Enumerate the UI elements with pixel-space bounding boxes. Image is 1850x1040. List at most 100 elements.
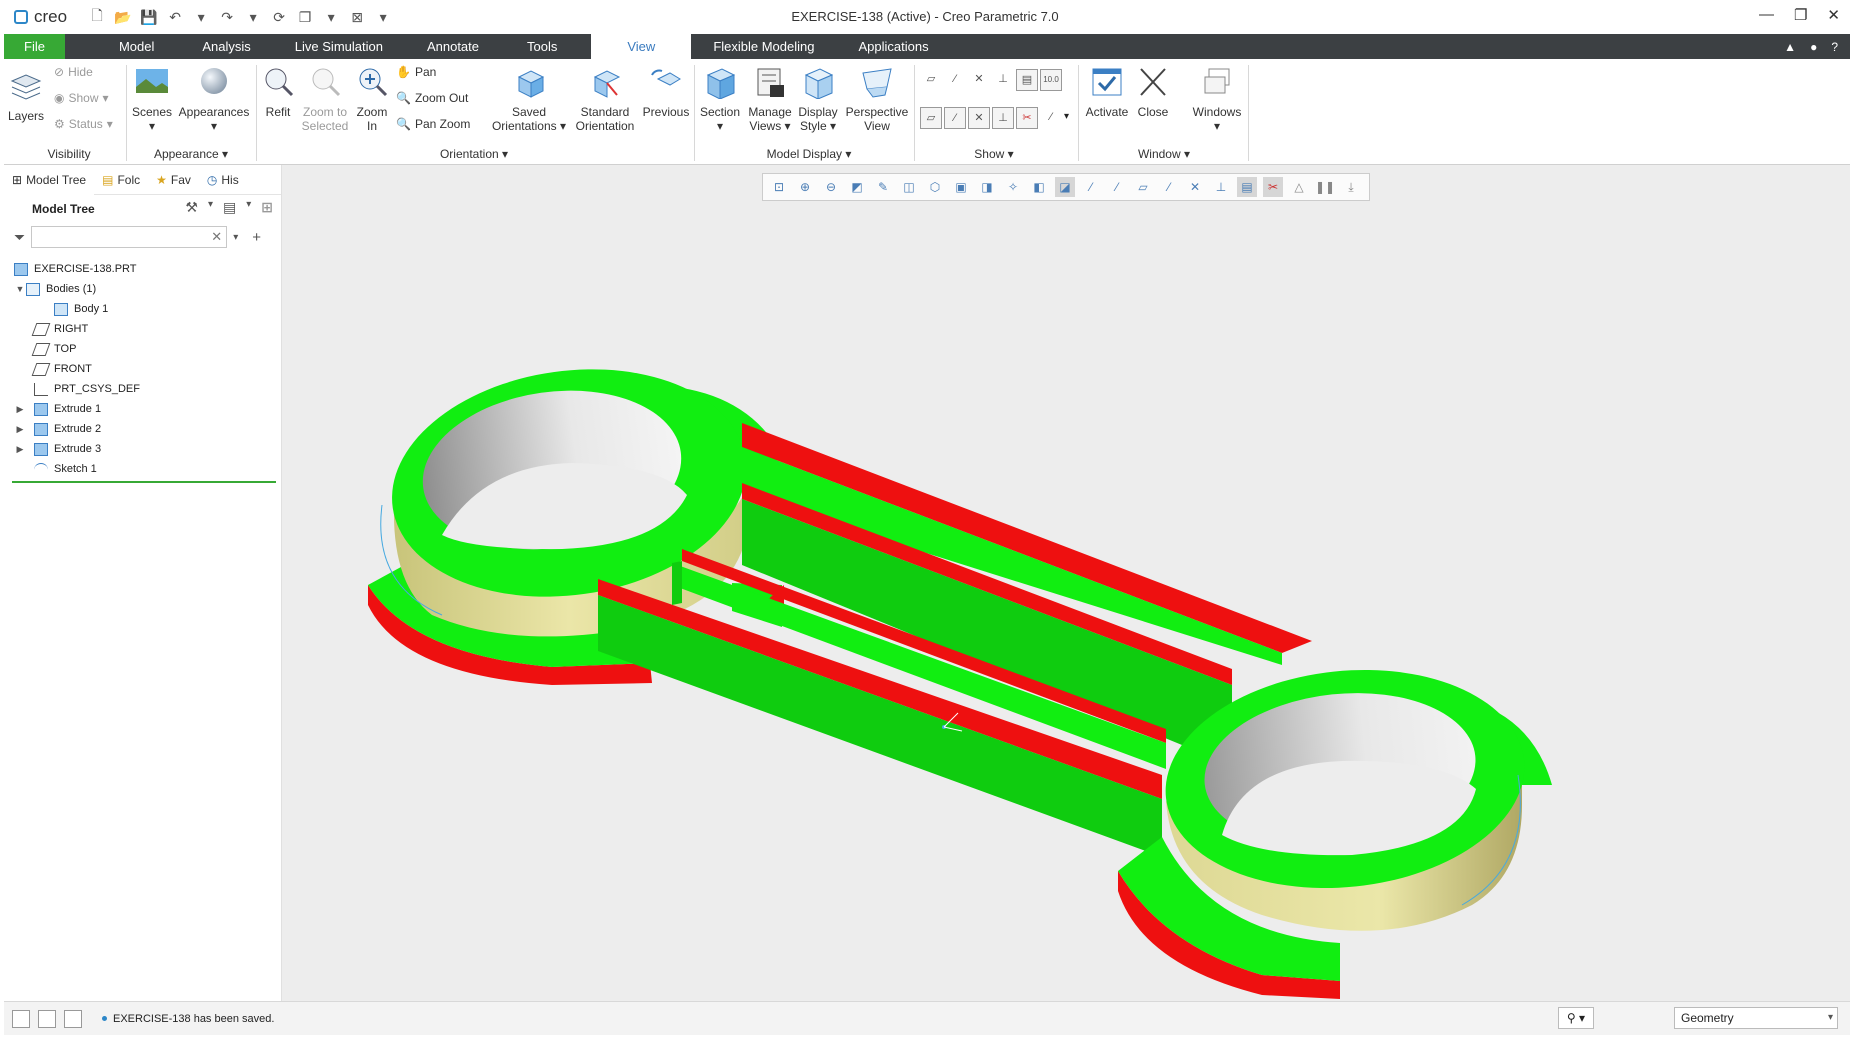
maximize-icon[interactable]: ❐ xyxy=(1794,6,1807,24)
tab-file[interactable]: File xyxy=(4,34,65,59)
zoom-in-label-2: In xyxy=(366,119,377,133)
browser-toggle-icon[interactable] xyxy=(38,1009,56,1028)
show-more-dropdown-icon[interactable]: ▾ xyxy=(1064,111,1069,122)
tree-search-input[interactable]: ✕ xyxy=(31,226,228,248)
tree-columns-icon[interactable]: ⊞ xyxy=(261,199,273,216)
close-window-icon[interactable]: ⊠ xyxy=(347,9,367,26)
tree-settings-dropdown-icon[interactable]: ▾ xyxy=(208,199,213,216)
axis-tag-toggle[interactable]: ⁄ xyxy=(944,107,966,129)
tree-node-extrude[interactable]: ▶ Extrude 2 xyxy=(4,419,281,439)
graphics-window[interactable]: ⊡ ⊕ ⊖ ◩ ✎ ◫ ⬡ ▣ ◨ ✧ ◧ ◪ ⁄ ⁄ ▱ ⁄ ✕ ⊥ ▤ ✂ … xyxy=(282,165,1850,1001)
saved-orientations-button[interactable]: Saved Orientations ▾ xyxy=(490,65,568,133)
plane-display-toggle[interactable]: ▱ xyxy=(920,69,942,91)
tab-view[interactable]: View xyxy=(591,34,692,59)
undo-dropdown-icon[interactable]: ▾ xyxy=(191,9,211,26)
csys-display-toggle[interactable]: ⊥ xyxy=(992,69,1014,91)
tree-node-extrude[interactable]: ▶ Extrude 1 xyxy=(4,399,281,419)
tree-node-part[interactable]: EXERCISE-138.PRT xyxy=(4,259,281,279)
help-icon[interactable]: ? xyxy=(1831,40,1838,54)
hide-button[interactable]: ⊘ Hide xyxy=(54,65,93,79)
notification-icon[interactable]: ● xyxy=(1810,40,1817,54)
close-button[interactable]: Close xyxy=(1134,65,1172,119)
show-button[interactable]: ◉ Show ▾ xyxy=(54,91,109,105)
find-button[interactable]: ⚲ ▾ xyxy=(1558,1007,1594,1029)
standard-orientation-button[interactable]: Standard Orientation xyxy=(570,65,640,133)
pan-button[interactable]: ✋ Pan xyxy=(396,65,436,79)
annotation-display-toggle[interactable]: ▤ xyxy=(1016,69,1038,91)
previous-button[interactable]: Previous xyxy=(640,65,692,119)
tree-show-dropdown-icon[interactable]: ▾ xyxy=(246,199,251,216)
connecting-rod-model[interactable] xyxy=(282,165,1850,1001)
tab-annotate[interactable]: Annotate xyxy=(405,34,501,59)
tab-folder-browser[interactable]: ▤ Folc xyxy=(94,165,148,195)
add-filter-icon[interactable]: + xyxy=(252,229,261,246)
tree-node-extrude[interactable]: ▶ Extrude 3 xyxy=(4,439,281,459)
tree-show-icon[interactable]: ▤ xyxy=(223,199,236,216)
layers-button[interactable]: Layers xyxy=(8,69,44,123)
close-icon[interactable]: ✕ xyxy=(1827,6,1840,24)
fullscreen-toggle-icon[interactable] xyxy=(64,1009,82,1028)
section-button[interactable]: Section ▾ xyxy=(698,65,742,133)
regenerate-icon[interactable]: ⟳ xyxy=(269,9,289,26)
customize-qat-icon[interactable]: ▾ xyxy=(373,9,393,26)
refit-button[interactable]: Refit xyxy=(260,65,296,119)
tree-node-datum-plane[interactable]: TOP xyxy=(4,339,281,359)
tab-applications[interactable]: Applications xyxy=(836,34,950,59)
windows-icon[interactable]: ❐ xyxy=(295,9,315,26)
clear-search-icon[interactable]: ✕ xyxy=(211,229,222,245)
dimension-display-toggle[interactable]: 10.0 xyxy=(1040,69,1062,91)
point-tag-toggle[interactable]: ✕ xyxy=(968,107,990,129)
csys-tag-toggle[interactable]: ⊥ xyxy=(992,107,1014,129)
tree-node-sketch[interactable]: Sketch 1 xyxy=(4,459,281,479)
axis-display-toggle[interactable]: ⁄ xyxy=(944,69,966,91)
spin-center-toggle[interactable]: ✂ xyxy=(1016,107,1038,129)
tab-tools[interactable]: Tools xyxy=(501,34,591,59)
save-icon[interactable]: 💾 xyxy=(139,9,159,26)
minimize-icon[interactable]: — xyxy=(1759,6,1774,24)
tree-node-csys[interactable]: PRT_CSYS_DEF xyxy=(4,379,281,399)
expand-icon[interactable]: ▶ xyxy=(14,424,26,435)
selection-filter-select[interactable]: Geometry ▾ xyxy=(1674,1007,1838,1029)
status-button[interactable]: ⚙ Status ▾ xyxy=(54,117,113,131)
tree-node-datum-plane[interactable]: RIGHT xyxy=(4,319,281,339)
activate-button[interactable]: Activate xyxy=(1084,65,1130,119)
open-folder-icon[interactable]: 📂 xyxy=(113,9,133,26)
navigator-toggle-icon[interactable] xyxy=(12,1009,30,1028)
redo-dropdown-icon[interactable]: ▾ xyxy=(243,9,263,26)
datum-filter-button[interactable]: ⁄ xyxy=(1040,107,1062,129)
collapse-icon[interactable]: ▼ xyxy=(14,284,26,294)
tab-model[interactable]: Model xyxy=(65,34,180,59)
new-file-icon[interactable]: 🗋 xyxy=(87,5,107,29)
redo-icon[interactable]: ↷ xyxy=(217,9,237,26)
windows-dropdown-icon[interactable]: ▾ xyxy=(321,9,341,26)
minimize-ribbon-icon[interactable]: ▲ xyxy=(1784,40,1796,54)
tree-node-bodies[interactable]: ▼ Bodies (1) xyxy=(4,279,281,299)
tab-favorites[interactable]: ★ Fav xyxy=(148,165,199,195)
perspective-view-button[interactable]: Perspective View xyxy=(842,65,912,133)
expand-icon[interactable]: ▶ xyxy=(14,404,26,415)
tree-node-datum-plane[interactable]: FRONT xyxy=(4,359,281,379)
tab-analysis[interactable]: Analysis xyxy=(180,34,272,59)
undo-icon[interactable]: ↶ xyxy=(165,9,185,26)
pan-zoom-button[interactable]: 🔍 Pan Zoom xyxy=(396,117,470,131)
scenes-button[interactable]: Scenes ▾ xyxy=(130,65,174,133)
plane-tag-toggle[interactable]: ▱ xyxy=(920,107,942,129)
search-dropdown-icon[interactable]: ▾ xyxy=(233,232,238,243)
tab-history[interactable]: ◷ His xyxy=(199,165,247,195)
manage-views-button[interactable]: Manage Views ▾ xyxy=(746,65,794,133)
zoom-to-selected-button[interactable]: Zoom to Selected xyxy=(300,65,350,133)
zoom-out-button[interactable]: 🔍 Zoom Out xyxy=(396,91,468,105)
point-display-toggle[interactable]: ✕ xyxy=(968,69,990,91)
zoom-in-button[interactable]: Zoom In xyxy=(354,65,390,133)
tab-model-tree[interactable]: ⊞ Model Tree xyxy=(4,164,95,195)
display-style-button[interactable]: Display Style ▾ xyxy=(796,65,840,133)
insert-here-indicator[interactable] xyxy=(12,481,276,483)
tab-flexible-modeling[interactable]: Flexible Modeling xyxy=(691,34,836,59)
filter-icon[interactable]: ⏷ xyxy=(14,229,25,246)
windows-button[interactable]: Windows ▾ xyxy=(1190,65,1244,133)
tree-node-body[interactable]: Body 1 xyxy=(4,299,281,319)
tab-live-simulation[interactable]: Live Simulation xyxy=(273,34,405,59)
appearances-button[interactable]: Appearances ▾ xyxy=(178,65,250,133)
tree-settings-icon[interactable]: ⚒ xyxy=(185,199,198,216)
expand-icon[interactable]: ▶ xyxy=(14,444,26,455)
